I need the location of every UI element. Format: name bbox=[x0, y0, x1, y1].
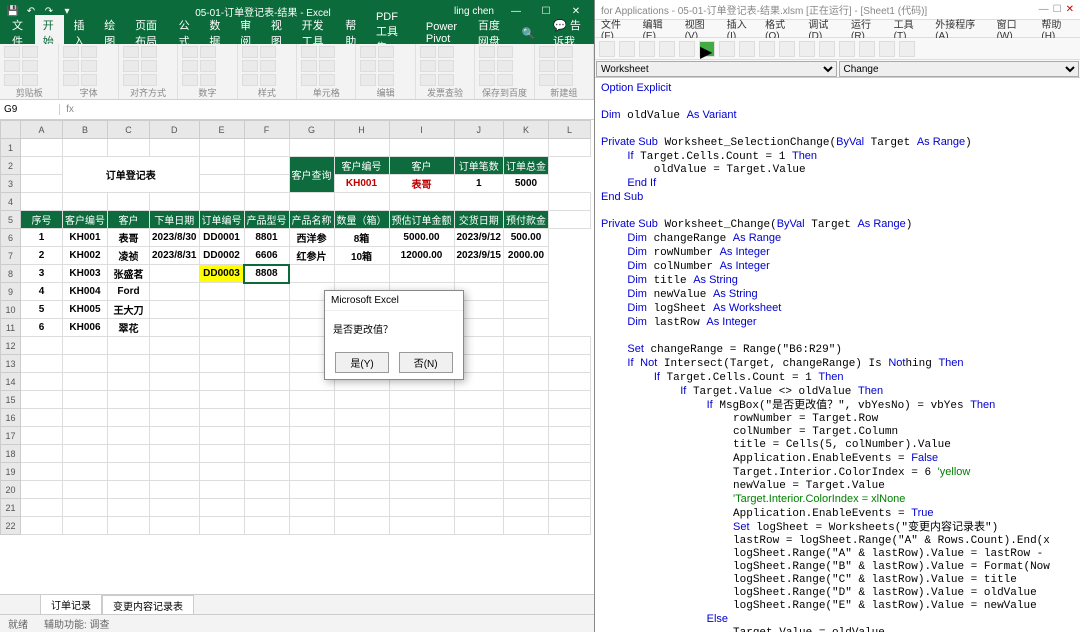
status-bar: 就绪 辅助功能: 调查 bbox=[0, 614, 594, 632]
ribbon: 剪贴板字体对齐方式数字样式单元格编辑发票查验保存到百度网盘新建组 bbox=[0, 44, 594, 100]
vba-tb-icon[interactable] bbox=[639, 41, 655, 57]
spreadsheet-grid[interactable]: ABCDEFGHIJKL12订单登记表客户查询客户编号客户订单笔数订单总金3KH… bbox=[0, 120, 594, 594]
fx-icon[interactable]: fx bbox=[60, 104, 80, 115]
sheet-tabs: 订单记录变更内容记录表 bbox=[0, 594, 594, 614]
vba-tb-icon[interactable] bbox=[839, 41, 855, 57]
ribbon-group: 新建组 bbox=[535, 44, 594, 99]
vba-tb-icon[interactable] bbox=[899, 41, 915, 57]
ribbon-group: 发票查验 bbox=[416, 44, 475, 99]
vba-tb-icon[interactable] bbox=[779, 41, 795, 57]
sheet-tab[interactable]: 订单记录 bbox=[40, 594, 102, 616]
sheet-tab[interactable]: 变更内容记录表 bbox=[102, 595, 194, 615]
status-accessibility: 辅助功能: 调查 bbox=[44, 616, 110, 631]
vba-minimize-icon[interactable]: — bbox=[1039, 4, 1049, 15]
vba-tb-icon[interactable] bbox=[819, 41, 835, 57]
vba-tb-icon[interactable] bbox=[859, 41, 875, 57]
dialog-message: 是否更改值？ bbox=[325, 311, 463, 346]
msgbox-dialog: Microsoft Excel 是否更改值？ 是(Y) 否(N) bbox=[324, 290, 464, 380]
vba-tb-icon[interactable] bbox=[619, 41, 635, 57]
vba-window: for Applications - 05-01-订单登记表-结果.xlsm [… bbox=[595, 0, 1080, 632]
dialog-yes-button[interactable]: 是(Y) bbox=[335, 352, 388, 373]
vba-procedure-dropdown[interactable]: Change bbox=[839, 61, 1080, 77]
dialog-no-button[interactable]: 否(N) bbox=[399, 352, 453, 373]
excel-window: 💾 ↶ ↷ ▾ 05-01-订单登记表-结果 - Excel ling chen… bbox=[0, 0, 595, 632]
ribbon-group: 数字 bbox=[178, 44, 237, 99]
vba-tb-icon[interactable] bbox=[599, 41, 615, 57]
vba-tb-icon[interactable] bbox=[799, 41, 815, 57]
vba-maximize-icon[interactable]: ☐ bbox=[1053, 4, 1062, 15]
vba-tb-icon[interactable] bbox=[759, 41, 775, 57]
vba-tb-icon[interactable] bbox=[679, 41, 695, 57]
vba-pause-icon[interactable] bbox=[719, 41, 735, 57]
name-box[interactable]: G9 bbox=[0, 104, 60, 115]
ribbon-group: 对齐方式 bbox=[119, 44, 178, 99]
vba-run-icon[interactable]: ▶ bbox=[699, 41, 715, 57]
ribbon-tab[interactable]: Power Pivot bbox=[418, 19, 468, 47]
status-ready: 就绪 bbox=[8, 616, 28, 631]
vba-stop-icon[interactable] bbox=[739, 41, 755, 57]
vba-tb-icon[interactable] bbox=[879, 41, 895, 57]
formula-bar-row: G9 fx bbox=[0, 100, 594, 120]
vba-object-dropdown[interactable]: Worksheet bbox=[596, 61, 837, 77]
vba-menubar: 文件(F)编辑(E)视图(V)插入(I)格式(O)调试(D)运行(R)工具(T)… bbox=[595, 20, 1080, 38]
vba-close-icon[interactable]: ✕ bbox=[1066, 4, 1074, 15]
ribbon-group: 字体 bbox=[59, 44, 118, 99]
ribbon-tab[interactable]: 🔍 bbox=[513, 25, 543, 42]
vba-tb-icon[interactable] bbox=[659, 41, 675, 57]
vba-dropdowns: Worksheet Change bbox=[595, 60, 1080, 78]
ribbon-group: 编辑 bbox=[356, 44, 415, 99]
ribbon-group: 单元格 bbox=[297, 44, 356, 99]
dialog-title: Microsoft Excel bbox=[325, 291, 463, 311]
vba-code-editor[interactable]: Option Explicit Dim oldValue As Variant … bbox=[595, 78, 1080, 632]
vba-toolbar: ▶ bbox=[595, 38, 1080, 60]
ribbon-group: 样式 bbox=[238, 44, 297, 99]
ribbon-group: 剪贴板 bbox=[0, 44, 59, 99]
ribbon-tabs: 文件开始插入绘图页面布局公式数据审阅视图开发工具帮助PDF工具集Power Pi… bbox=[0, 22, 594, 44]
ribbon-group: 保存到百度网盘 bbox=[475, 44, 534, 99]
